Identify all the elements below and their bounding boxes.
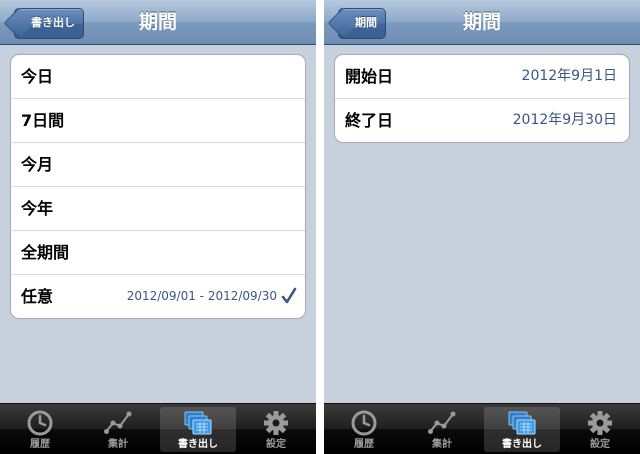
export-icon [184,411,212,435]
tab-export[interactable]: 書き出し [160,407,236,452]
start-date-row[interactable]: 開始日 2012年9月1日 [335,55,629,99]
option-custom[interactable]: 任意 2012/09/01 - 2012/09/30 [11,275,305,318]
tab-summary[interactable]: 集計 [404,407,480,452]
option-label: 任意 [21,287,54,306]
tab-label: 設定 [590,439,610,450]
tab-label: 集計 [108,439,128,450]
end-date-value: 2012年9月30日 [512,112,617,128]
option-7-days[interactable]: 7日間 [11,99,305,143]
gear-icon [588,411,612,435]
tab-settings[interactable]: 設定 [562,407,638,452]
start-date-value: 2012年9月1日 [521,68,617,84]
option-this-year[interactable]: 今年 [11,187,305,231]
option-today[interactable]: 今日 [11,55,305,99]
tab-label: 履歴 [354,439,374,450]
tab-label: 履歴 [30,439,50,450]
option-this-month[interactable]: 今月 [11,143,305,187]
line-chart-icon [104,411,132,434]
tab-label: 書き出し [502,439,542,450]
custom-range-detail: 2012/09/01 - 2012/09/30 [126,289,277,303]
custom-period-screen: 期間 期間 開始日 2012年9月1日 終了日 2012年9月30日 履歴 集計… [324,0,640,454]
period-options-group: 今日 7日間 今月 今年 全期間 任意 2012/09/01 - 2012/09… [10,54,306,319]
option-label: 今月 [21,155,54,174]
clock-icon [27,410,53,436]
option-all-time[interactable]: 全期間 [11,231,305,275]
option-label: 7日間 [21,111,65,130]
end-date-row[interactable]: 終了日 2012年9月30日 [335,99,629,142]
line-chart-icon [428,411,456,434]
end-date-label: 終了日 [345,111,394,130]
tab-label: 集計 [432,439,452,450]
period-list-screen: 書き出し 期間 今日 7日間 今月 今年 全期間 任意 2012/09/01 -… [0,0,316,454]
page-title: 期間 [138,11,177,33]
tab-bar: 履歴 集計 書き出し 設定 [324,403,640,454]
page-title: 期間 [462,11,501,33]
start-date-label: 開始日 [345,67,394,86]
export-icon [508,411,536,435]
option-label: 今日 [21,67,54,86]
clock-icon [351,410,377,436]
tab-history[interactable]: 履歴 [2,407,78,452]
tab-bar: 履歴 集計 書き出し 設定 [0,403,316,454]
navbar: 書き出し 期間 [0,0,316,45]
date-range-group: 開始日 2012年9月1日 終了日 2012年9月30日 [334,54,630,143]
tab-label: 書き出し [178,439,218,450]
option-label: 全期間 [21,243,70,262]
option-label: 今年 [21,199,54,218]
tab-label: 設定 [266,439,286,450]
tab-settings[interactable]: 設定 [238,407,314,452]
tab-summary[interactable]: 集計 [80,407,156,452]
tab-history[interactable]: 履歴 [326,407,402,452]
gear-icon [264,411,288,435]
checkmark-icon [281,287,297,304]
tab-export[interactable]: 書き出し [484,407,560,452]
navbar: 期間 期間 [324,0,640,45]
